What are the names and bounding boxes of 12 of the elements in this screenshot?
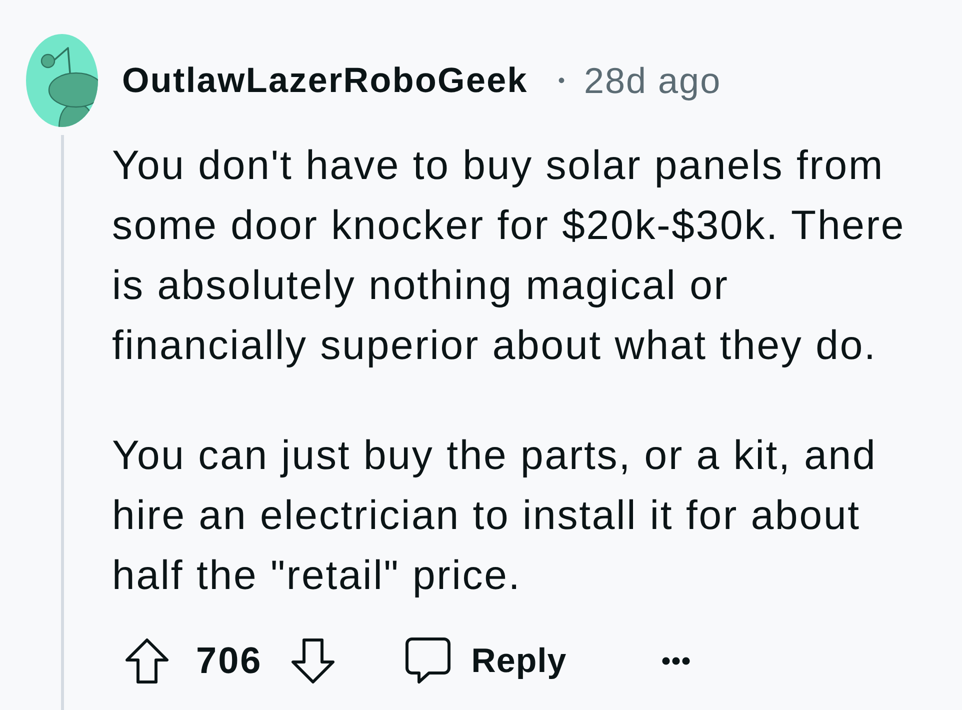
comment-paragraph: You don't have to buy solar panels from some door knocker for $20k-$30k. There is absolutely nothing magical or financially superior about what they do.	[112, 141, 906, 370]
comment-paragraph: You can just buy the parts, or a kit, and hire an electrician to install it for about half the "retail" price.	[112, 431, 877, 600]
more-options-icon[interactable]	[662, 657, 690, 665]
username-link[interactable]: OutlawLazerRoboGeek	[122, 60, 528, 102]
avatar-icon[interactable]	[26, 34, 98, 127]
separator-dot: •	[558, 68, 565, 94]
timestamp: 28d ago	[584, 60, 722, 102]
comment-icon	[405, 637, 452, 685]
upvote-icon[interactable]	[125, 638, 169, 684]
reply-button[interactable]: Reply	[405, 637, 567, 685]
vote-count: 706	[196, 639, 262, 683]
downvote-icon[interactable]	[291, 638, 336, 684]
